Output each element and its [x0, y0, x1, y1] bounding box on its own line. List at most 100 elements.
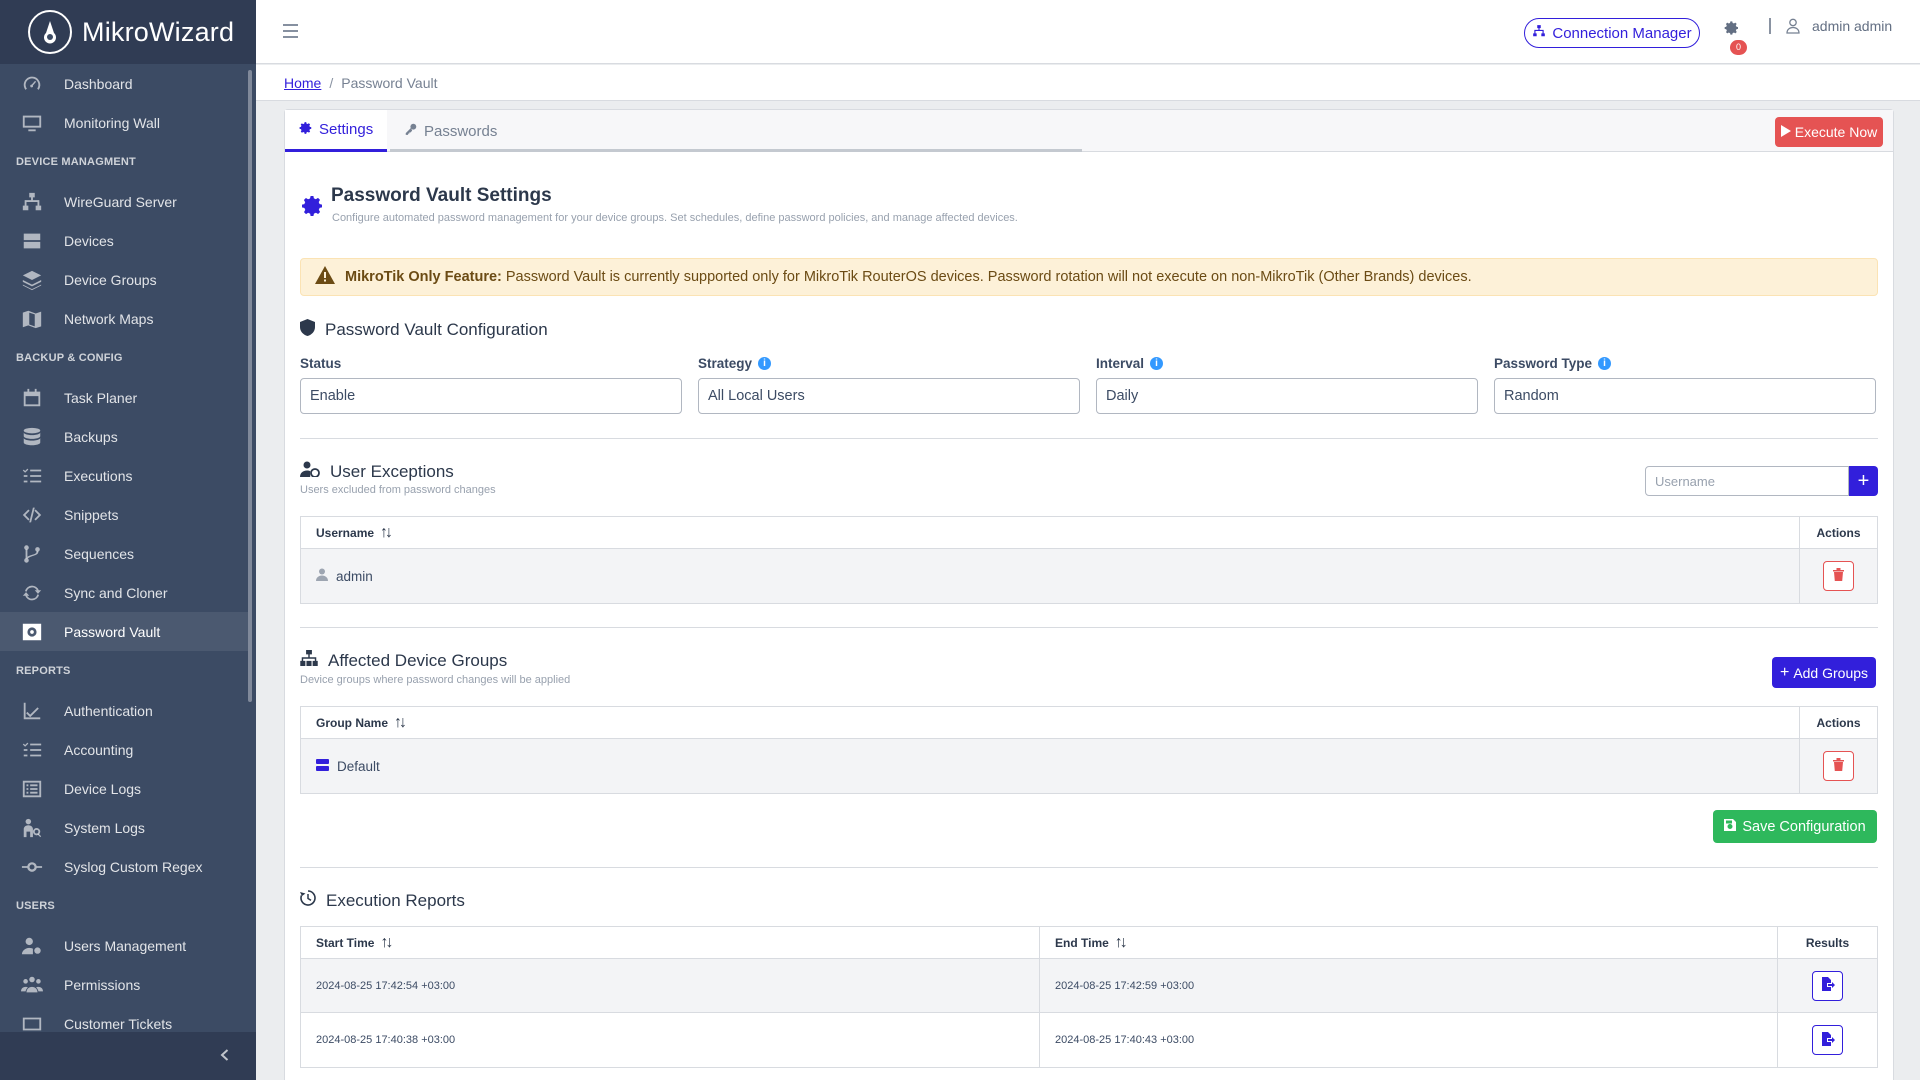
hamburger-icon[interactable]	[280, 20, 302, 42]
user-name[interactable]: admin admin	[1812, 18, 1892, 34]
sidebar-item-label: Accounting	[64, 741, 134, 758]
col-end-time[interactable]: End Time ↑↓	[1039, 927, 1777, 958]
sidebar-item-label: Users Management	[64, 937, 187, 954]
col-start-time[interactable]: Start Time ↑↓	[301, 927, 1039, 958]
delete-button[interactable]	[1823, 561, 1854, 591]
breadcrumb-home-link[interactable]: Home	[284, 75, 321, 91]
list-icon	[20, 777, 44, 801]
alert-text: MikroTik Only Feature: Password Vault is…	[345, 269, 1472, 285]
sidebar-item-sync-cloner[interactable]: Sync and Cloner	[0, 573, 248, 612]
sidebar-item-device-groups[interactable]: Device Groups	[0, 260, 248, 299]
sidebar-toggler[interactable]	[0, 1032, 256, 1080]
interval-select[interactable]: Daily	[1096, 378, 1478, 414]
view-results-button[interactable]	[1812, 1025, 1843, 1055]
sort-icon[interactable]: ↑↓	[1115, 934, 1128, 952]
reports-section-title: Execution Reports	[300, 890, 465, 911]
save-configuration-button[interactable]: Save Configuration	[1713, 810, 1877, 843]
sidebar-item-authentication[interactable]: Authentication	[0, 691, 248, 730]
commit-icon	[20, 855, 44, 879]
sidebar-item-monitoring-wall[interactable]: Monitoring Wall	[0, 103, 248, 142]
nav-section-title: BACKUP & CONFIG	[16, 352, 123, 364]
tab-passwords[interactable]: Passwords	[390, 110, 511, 152]
sidebar-item-label: Backups	[64, 428, 118, 445]
col-start-label: Start Time	[316, 935, 375, 950]
header: Connection Manager 0 admin admin	[256, 0, 1920, 64]
calendar-icon	[20, 386, 44, 410]
strategy-select[interactable]: All Local Users	[698, 378, 1080, 414]
col-group-label: Group Name	[316, 715, 389, 730]
execute-now-button[interactable]: Execute Now	[1775, 117, 1883, 147]
plus-icon: +	[1779, 663, 1790, 681]
sidebar-item-network-maps[interactable]: Network Maps	[0, 299, 248, 338]
sidebar-item-wireguard[interactable]: WireGuard Server	[0, 182, 248, 221]
storage-icon	[20, 229, 44, 253]
password-type-select[interactable]: Random	[1494, 378, 1876, 414]
sort-icon[interactable]: ↑↓	[394, 714, 407, 732]
sidebar-item-label: Device Groups	[64, 271, 157, 288]
nav-section-title: DEVICE MANAGMENT	[16, 156, 136, 168]
add-groups-button[interactable]: + Add Groups	[1772, 657, 1876, 688]
sidebar-item-devices[interactable]: Devices	[0, 221, 248, 260]
info-icon[interactable]: i	[1150, 357, 1164, 370]
sidebar-item-permissions[interactable]: Permissions	[0, 965, 248, 1004]
username-cell: admin	[301, 549, 1799, 603]
sidebar-item-system-logs[interactable]: System Logs	[0, 808, 248, 847]
group-cell: Default	[301, 739, 1799, 793]
connection-manager-label: Connection Manager	[1552, 24, 1692, 42]
table-header: Start Time ↑↓ End Time ↑↓ Results	[301, 927, 1877, 959]
user-icon[interactable]	[1786, 18, 1802, 34]
sidebar-item-label: System Logs	[64, 819, 145, 836]
sidebar-scrollbar[interactable]	[248, 70, 252, 702]
col-group-name[interactable]: Group Name ↑↓	[301, 707, 1799, 738]
view-results-button[interactable]	[1812, 970, 1843, 1001]
status-select[interactable]: Enable	[300, 378, 682, 414]
results-cell	[1777, 959, 1877, 1012]
sidebar-item-users-management[interactable]: Users Management	[0, 926, 248, 965]
sidebar-item-syslog-regex[interactable]: Syslog Custom Regex	[0, 847, 248, 886]
info-icon[interactable]: i	[758, 357, 772, 370]
delete-button[interactable]	[1823, 751, 1854, 781]
file-export-icon	[1821, 1031, 1835, 1049]
gear-icon	[299, 121, 313, 139]
add-exception-button[interactable]: +	[1849, 466, 1878, 496]
status-label-text: Status	[300, 356, 342, 371]
add-groups-label: Add Groups	[1793, 664, 1869, 681]
play-icon	[1780, 124, 1791, 140]
sidebar-item-accounting[interactable]: Accounting	[0, 730, 248, 769]
col-username[interactable]: Username ↑↓	[301, 517, 1799, 548]
col-username-label: Username	[316, 525, 375, 540]
exceptions-section-title: User Exceptions	[300, 461, 454, 482]
sidebar-item-customer-tickets[interactable]: Customer Tickets	[0, 1004, 248, 1032]
end-time-cell: 2024-08-25 17:40:43 +03:00	[1039, 1013, 1777, 1067]
sidebar-item-executions[interactable]: Executions	[0, 456, 248, 495]
sidebar-item-snippets[interactable]: Snippets	[0, 495, 248, 534]
sidebar: MikroWizard Dashboard Monitoring Wall DE…	[0, 0, 256, 1080]
sidebar-item-label: Devices	[64, 232, 114, 249]
sidebar-item-dashboard[interactable]: Dashboard	[0, 64, 248, 103]
table-header: Group Name ↑↓ Actions	[301, 707, 1877, 739]
table-row: Default	[301, 739, 1877, 793]
username-input[interactable]: Username	[1645, 466, 1849, 496]
user-gear-icon	[20, 934, 44, 958]
settings-subtitle: Configure automated password management …	[332, 212, 1018, 224]
exceptions-title-text: User Exceptions	[330, 461, 454, 481]
plus-icon: +	[1857, 469, 1870, 492]
sidebar-item-label: Password Vault	[64, 623, 161, 640]
list-check-icon	[20, 464, 44, 488]
sort-icon[interactable]: ↑↓	[380, 934, 393, 952]
connection-manager-button[interactable]: Connection Manager	[1524, 18, 1700, 48]
ticket-icon	[20, 1012, 44, 1033]
brand[interactable]: MikroWizard	[0, 0, 256, 64]
password-type-label-text: Password Type	[1494, 356, 1593, 371]
sort-icon[interactable]: ↑↓	[380, 524, 393, 542]
sidebar-item-task-planer[interactable]: Task Planer	[0, 378, 248, 417]
chart-check-icon	[20, 699, 44, 723]
sidebar-item-label: Device Logs	[64, 780, 142, 797]
sidebar-item-sequences[interactable]: Sequences	[0, 534, 248, 573]
layers-icon	[20, 268, 44, 292]
sidebar-item-device-logs[interactable]: Device Logs	[0, 769, 248, 808]
tab-settings[interactable]: Settings	[285, 110, 388, 152]
sidebar-item-password-vault[interactable]: Password Vault	[0, 612, 248, 651]
sidebar-item-backups[interactable]: Backups	[0, 417, 248, 456]
info-icon[interactable]: i	[1598, 357, 1612, 370]
